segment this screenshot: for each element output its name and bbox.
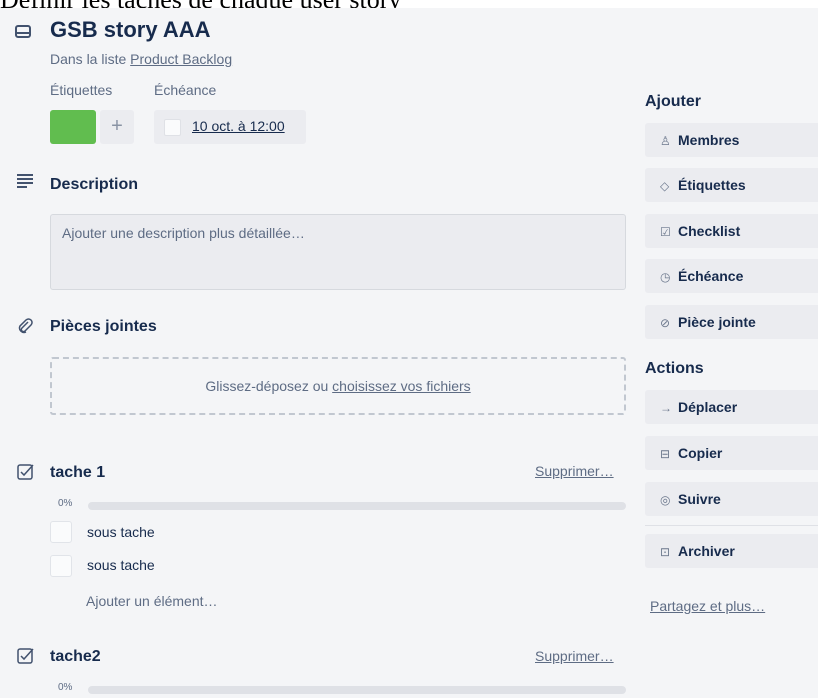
checkbox-icon: ☑ [660,225,671,239]
button-label: Déplacer [678,399,738,415]
add-checklist-item-button[interactable]: Ajouter un élément… [86,593,218,609]
sidebar-divider [645,525,818,526]
checklist-progress-bar [88,502,626,510]
card-icon: ⊟ [660,447,671,461]
actions-section-heading: Actions [645,360,704,377]
copy-button[interactable]: ⊟ Copier [645,436,818,470]
due-date-side-button[interactable]: ◷ Échéance [645,259,818,293]
attachment-button[interactable]: ⊘ Pièce jointe [645,305,818,339]
checklist-item-label[interactable]: sous tache [87,524,155,540]
button-label: Archiver [678,543,735,559]
button-label: Copier [678,445,723,461]
move-button[interactable]: → Déplacer [645,390,818,424]
checklist-percent: 0% [58,682,73,693]
checklist-icon [17,647,34,664]
checklist-title[interactable]: tache 1 [50,464,105,482]
button-label: Membres [678,132,740,148]
list-link[interactable]: Product Backlog [130,51,232,67]
paperclip-icon [17,318,33,334]
paperclip-icon: ⊘ [660,316,671,330]
button-label: Checklist [678,223,741,239]
list-prefix: Dans la liste [50,51,131,67]
card-detail-window: GSB story AAA Dans la liste Product Back… [0,8,818,698]
eye-icon: ◎ [660,493,671,507]
members-button[interactable]: ♙ Membres [645,123,818,157]
description-icon [17,174,33,188]
description-input[interactable]: Ajouter une description plus détaillée… [50,214,626,290]
checklist-percent: 0% [58,498,73,509]
person-icon: ♙ [660,134,671,148]
add-label-button[interactable]: + [100,110,134,144]
archive-button[interactable]: ⊡ Archiver [645,534,818,568]
archive-icon: ⊡ [660,545,671,559]
attachment-drop-zone[interactable]: Glissez-déposez ou choisissez vos fichie… [50,357,626,415]
drop-text: Glissez-déposez ou [205,378,333,394]
clock-icon: ◷ [660,270,671,284]
add-section-heading: Ajouter [645,93,701,110]
checklist-item-checkbox[interactable] [50,521,72,543]
labels-heading: Étiquettes [50,82,113,98]
labels-button[interactable]: ◇ Étiquettes [645,168,818,202]
watch-button[interactable]: ◎ Suivre [645,482,818,516]
share-more-link[interactable]: Partagez et plus… [650,598,765,614]
button-label: Suivre [678,491,721,507]
delete-checklist-link[interactable]: Supprimer… [535,463,614,479]
attachments-title: Pièces jointes [50,318,157,335]
due-heading: Échéance [154,82,217,98]
card-title[interactable]: GSB story AAA [50,17,211,43]
checklist-title[interactable]: tache2 [50,648,101,666]
due-complete-checkbox[interactable] [164,119,181,136]
choose-files-link[interactable]: choisissez vos fichiers [332,378,471,394]
tag-icon: ◇ [660,179,670,193]
card-list-info: Dans la liste Product Backlog [50,51,232,67]
button-label: Étiquettes [678,177,746,193]
checklist-button[interactable]: ☑ Checklist [645,214,818,248]
due-date-button[interactable]: 10 oct. à 12:00 [154,110,306,144]
card-icon [15,25,31,38]
checklist-item-checkbox[interactable] [50,555,72,577]
button-label: Échéance [678,268,744,284]
button-label: Pièce jointe [678,314,756,330]
checklist-progress-bar [88,686,626,694]
checklist-icon [17,463,34,480]
checklist-item-label[interactable]: sous tache [87,557,155,573]
due-date-text: 10 oct. à 12:00 [192,118,285,134]
description-title: Description [50,176,139,193]
arrow-right-icon: → [660,401,672,415]
label-chip-green[interactable] [50,110,96,144]
delete-checklist-link[interactable]: Supprimer… [535,648,614,664]
